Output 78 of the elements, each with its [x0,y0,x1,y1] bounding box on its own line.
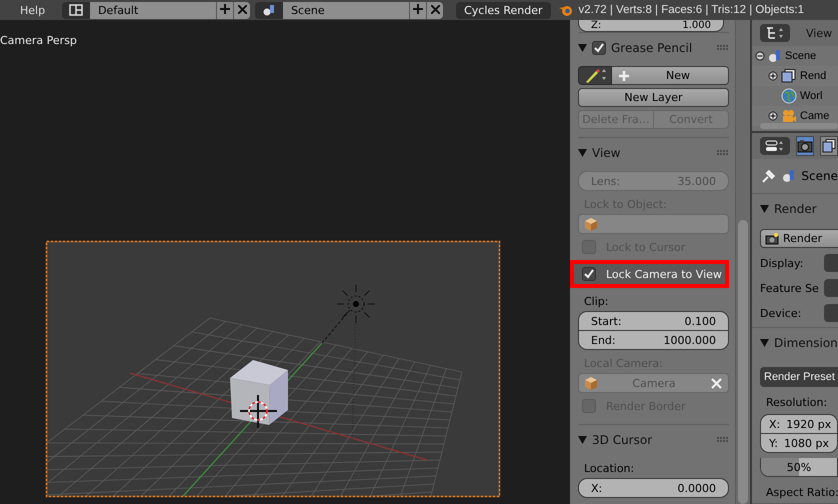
number-field[interactable]: X: 0.0000 [578,478,729,498]
add-icon[interactable] [216,2,234,18]
cube-icon [585,218,597,230]
render-button[interactable]: Render [760,229,838,248]
menu-item[interactable]: Help [20,4,46,16]
percentage-slider[interactable]: 50% [760,458,838,477]
camera-icon [765,232,779,244]
outliner-item[interactable]: Worl [800,90,822,102]
outliner-item[interactable]: Scene [785,50,816,62]
new-button[interactable]: New [612,66,729,85]
close-icon[interactable] [426,2,444,18]
expand-icon[interactable] [768,71,778,81]
presets-dropdown[interactable]: Render Preset [760,367,838,387]
section-title[interactable]: Dimension [774,336,838,350]
layout-field[interactable]: Default [90,2,216,18]
close-icon[interactable] [233,2,250,18]
number-field[interactable]: Start: 0.100 [578,311,729,331]
disclosure-triangle-icon[interactable] [578,436,587,444]
disclosure-triangle-icon[interactable] [578,44,587,52]
scene-icon [782,169,796,183]
editor-type-icon[interactable] [760,137,790,155]
setting-label: Device: [760,306,802,320]
dropdown-field[interactable] [824,304,838,322]
outliner-type-icon[interactable] [760,24,790,42]
number-field[interactable]: End: 1000.000 [578,331,729,350]
scrollbar[interactable] [735,20,750,504]
view-menu[interactable]: View [806,26,832,40]
setting-label: Feature Se [760,282,819,294]
setting-label: Display: [760,256,804,270]
logo-icon [558,3,574,17]
drag-handle-icon[interactable] [717,437,729,443]
number-field[interactable]: X: 1920 px [760,414,838,434]
dropdown-field[interactable] [824,254,838,272]
3d-cursor-icon [240,395,277,428]
collapse-icon[interactable] [755,51,765,61]
checkbox[interactable] [582,267,596,281]
render-engine-dropdown[interactable]: Cycles Render [456,2,551,18]
add-icon[interactable] [409,2,426,18]
expand-icon[interactable] [768,111,778,121]
cube-drawing [230,360,288,425]
section-title[interactable]: View [592,146,712,160]
dropdown-field[interactable] [824,279,838,297]
cube-icon [585,376,597,390]
render-layers-tab[interactable] [820,136,838,156]
lamp-drawing [336,284,376,324]
number-field[interactable]: Y: 1080 px [760,434,838,453]
view-label: Camera Persp [0,34,77,47]
section-title[interactable]: 3D Cursor [592,433,712,447]
field-label: Clip: [583,294,610,308]
drag-handle-icon[interactable] [717,150,729,156]
field-label: Resolution: [765,395,828,409]
disclosure-triangle-icon[interactable] [760,205,769,213]
plus-icon [618,70,630,82]
outliner-item[interactable]: Rend [800,70,826,82]
section-title[interactable]: Grease Pencil [611,41,712,55]
globe-icon [781,88,797,104]
drag-handle-icon[interactable] [717,45,729,51]
field-label: Aspect Ratio: [765,485,838,499]
pencil-icon[interactable] [578,66,612,85]
section-title[interactable]: Render [774,202,838,216]
image-stack-icon [781,69,797,83]
field-label: Location: [583,461,636,475]
scene-selector-icon[interactable] [255,2,284,18]
disclosure-triangle-icon[interactable] [760,339,769,347]
render-tab[interactable] [796,136,814,156]
camera-icon [781,109,797,123]
scene-field[interactable]: Scene [283,2,410,18]
disclosure-triangle-icon[interactable] [578,149,587,157]
scene-icon [768,49,782,63]
checkbox-label[interactable]: Lock Camera to View [606,268,722,280]
new-layer-button[interactable]: New Layer [578,88,729,107]
context-label: Scene [801,169,838,183]
scrollbar[interactable] [760,123,838,129]
number-field[interactable]: Z: 1.000 [578,20,724,32]
scene-statistics: v2.72 | Verts:8 | Faces:6 | Tris:12 | Objects:1 [578,4,804,16]
pin-icon[interactable] [762,169,776,183]
checkbox[interactable] [592,41,606,55]
layout-selector-icon[interactable] [62,2,90,18]
